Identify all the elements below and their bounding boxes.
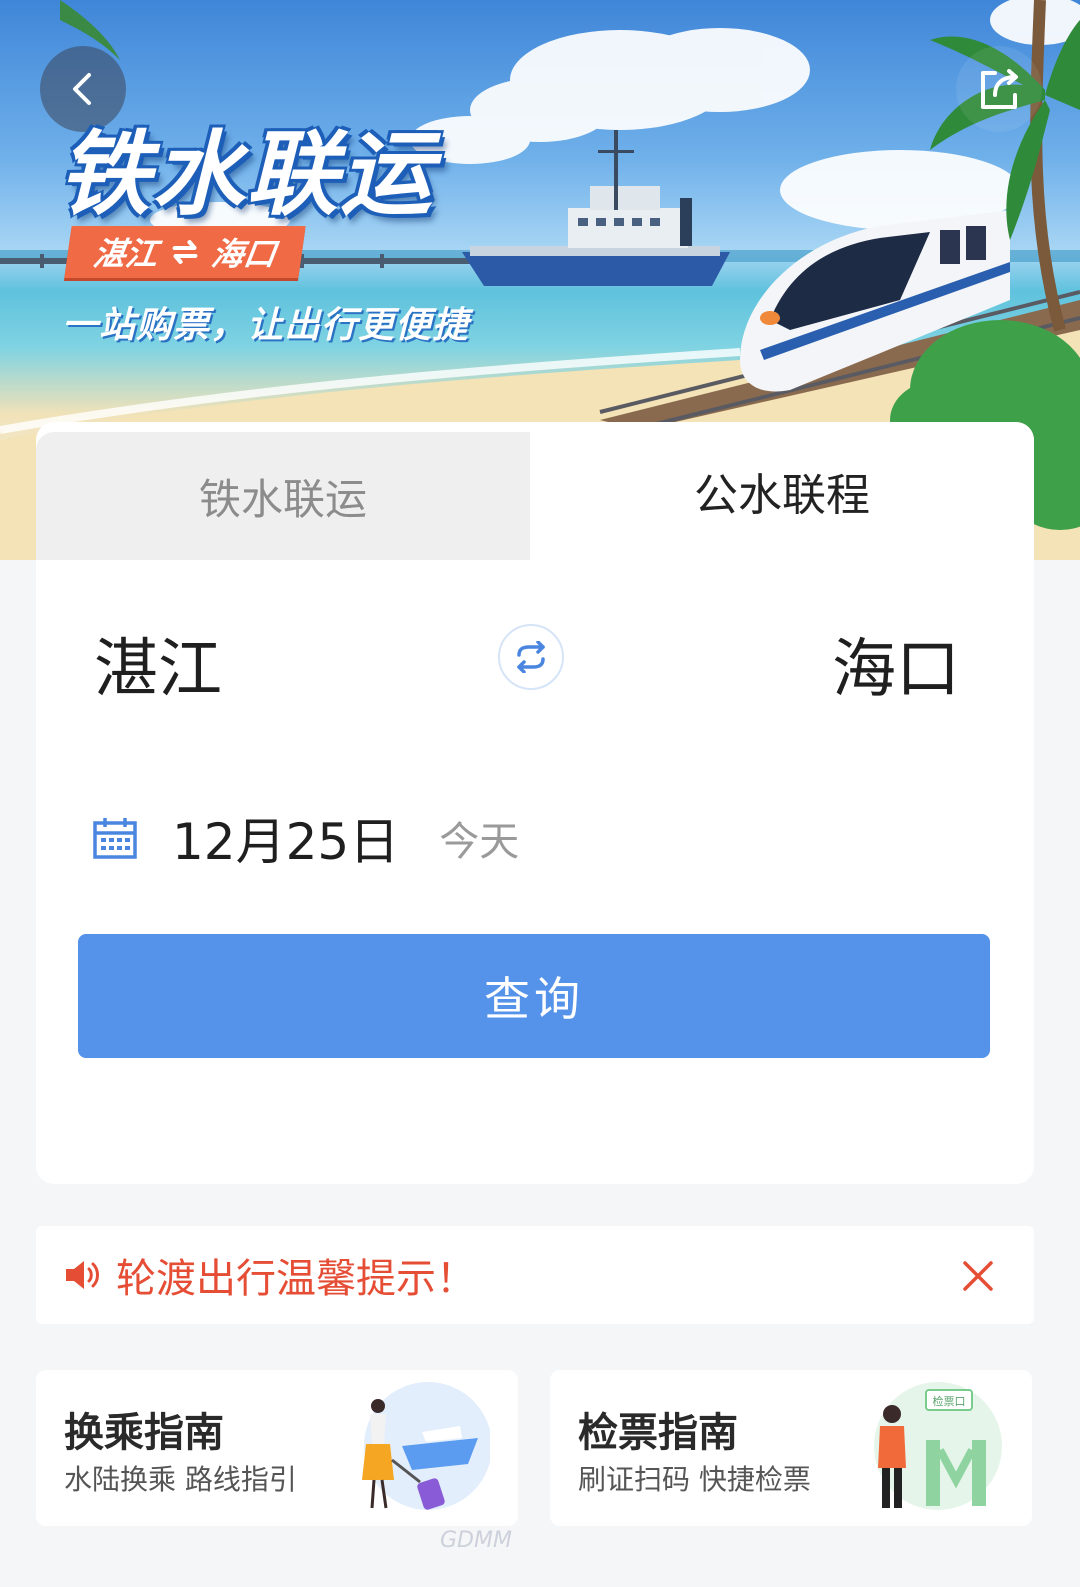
date-today-label: 今天 xyxy=(439,819,520,865)
route-tag: 湛江 海口 xyxy=(64,226,306,278)
gate-sign-text: 检票口 xyxy=(933,1394,966,1408)
banner-title: 铁水联运 xyxy=(58,121,435,228)
traveler-ship-illustration xyxy=(362,1382,490,1510)
calendar-icon xyxy=(93,818,137,859)
share-button[interactable] xyxy=(956,46,1042,132)
share-icon xyxy=(981,69,1018,109)
swap-button[interactable] xyxy=(498,624,564,690)
to-city[interactable]: 海口 xyxy=(832,618,960,710)
swap-icon xyxy=(517,641,545,673)
notice-bar[interactable]: 轮渡出行温馨提示！ xyxy=(36,1226,1034,1324)
guide-subtitle: 刷证扫码 快捷检票 xyxy=(578,1463,811,1496)
notice-text: 轮渡出行温馨提示！ xyxy=(116,1256,476,1302)
ticket-gate-illustration: 检票口 xyxy=(874,1382,1002,1510)
date-text: 12月25日 xyxy=(172,813,400,871)
route-tag-to: 海口 xyxy=(209,235,279,273)
ticket-check-guide-card[interactable]: 检票指南 刷证扫码 快捷检票 检票口 xyxy=(550,1370,1032,1526)
guide-title: 换乘指南 xyxy=(64,1410,224,1456)
transfer-guide-card[interactable]: 换乘指南 水陆换乘 路线指引 xyxy=(36,1370,518,1526)
search-card: 铁水联运 公水联程 湛江 海口 12月25日 今天 查询 xyxy=(36,422,1034,1184)
speaker-icon xyxy=(66,1261,99,1289)
tab-rail-water[interactable]: 铁水联运 xyxy=(36,432,530,560)
tab-road-water[interactable]: 公水联程 xyxy=(530,422,1034,560)
close-icon[interactable] xyxy=(962,1260,994,1292)
guide-title: 检票指南 xyxy=(578,1410,738,1456)
from-city[interactable]: 湛江 xyxy=(94,618,222,710)
banner-slogan: 一站购票，让出行更便捷 xyxy=(62,305,470,346)
watermark: GDMM xyxy=(440,1528,512,1553)
swap-arrows-icon xyxy=(172,240,198,264)
query-button[interactable]: 查询 xyxy=(78,934,990,1058)
guide-subtitle: 水陆换乘 路线指引 xyxy=(64,1463,297,1496)
route-tag-from: 湛江 xyxy=(91,235,161,273)
date-picker[interactable]: 12月25日 今天 xyxy=(92,808,520,871)
